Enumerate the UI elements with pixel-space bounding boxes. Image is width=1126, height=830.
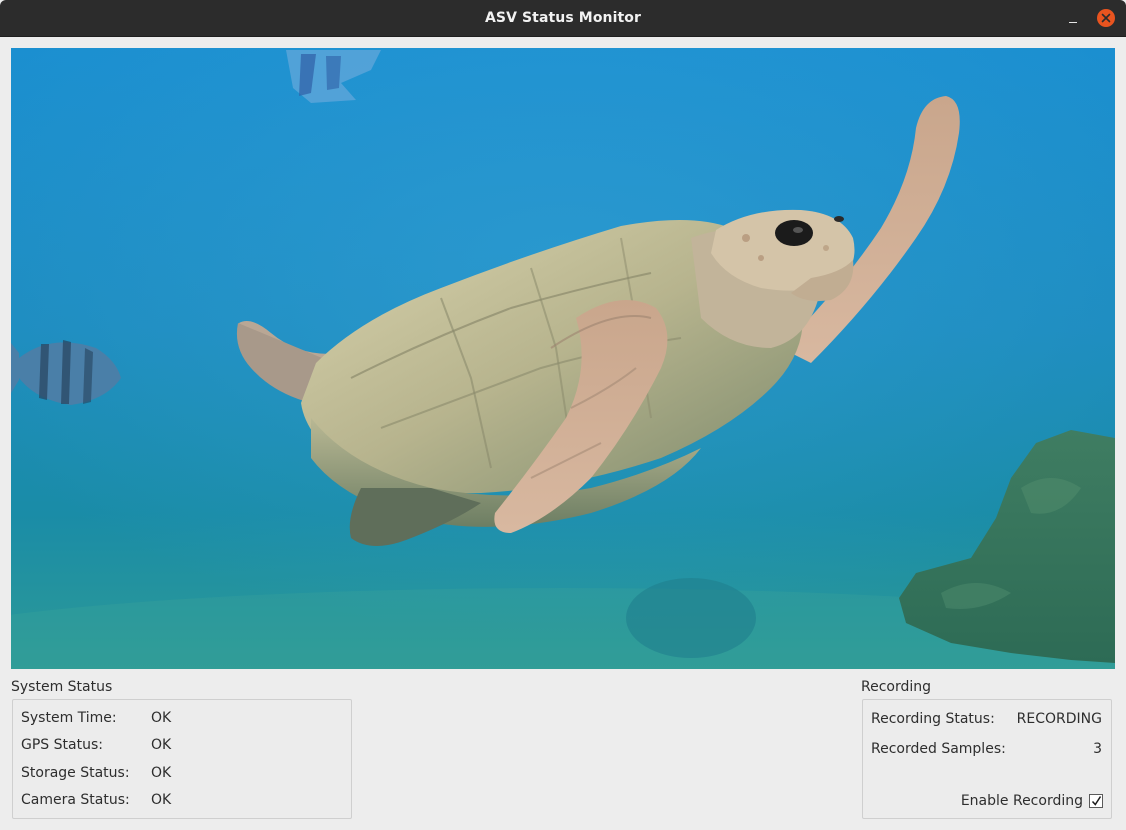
recording-group: Recording Status: RECORDING Recorded Sam…: [862, 699, 1112, 819]
system-time-label: System Time:: [21, 710, 117, 726]
close-button[interactable]: [1097, 9, 1115, 27]
title-bar: ASV Status Monitor: [0, 0, 1126, 37]
recording-status-label: Recording Status:: [871, 711, 995, 727]
checkmark-icon: [1091, 796, 1102, 806]
enable-recording-label[interactable]: Enable Recording: [961, 793, 1083, 809]
gps-status-value: OK: [151, 737, 172, 753]
system-time-value: OK: [151, 710, 172, 726]
camera-status-label: Camera Status:: [21, 792, 130, 808]
camera-status-value: OK: [151, 792, 172, 808]
enable-recording-checkbox[interactable]: [1089, 794, 1103, 808]
storage-status-value: OK: [151, 765, 172, 781]
camera-image: [11, 48, 1115, 669]
close-icon: [1101, 13, 1111, 23]
system-status-group: System Time: OK GPS Status: OK Storage S…: [12, 699, 352, 819]
minimize-button[interactable]: [1063, 8, 1083, 28]
recorded-samples-value: 3: [1093, 741, 1102, 757]
recording-title: Recording: [861, 679, 932, 695]
window-title: ASV Status Monitor: [484, 10, 642, 26]
system-status-title: System Status: [11, 679, 113, 695]
recorded-samples-label: Recorded Samples:: [871, 741, 1006, 757]
camera-feed: [11, 48, 1115, 669]
storage-status-label: Storage Status:: [21, 765, 130, 781]
recording-status-value: RECORDING: [1016, 711, 1102, 727]
gps-status-label: GPS Status:: [21, 737, 103, 753]
